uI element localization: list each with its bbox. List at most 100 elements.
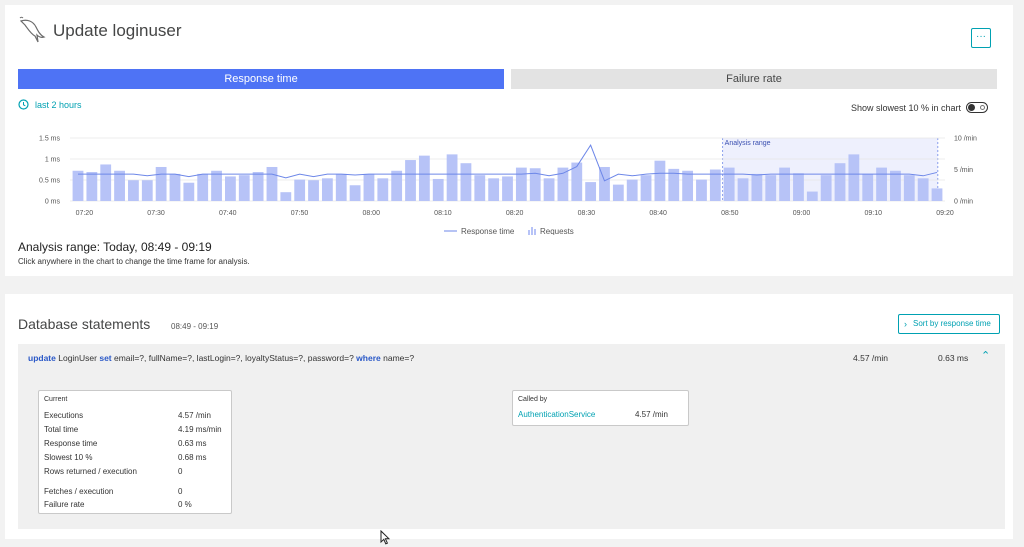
requests-bar [349, 185, 361, 201]
x-tick-label: 08:10 [434, 210, 452, 217]
requests-bar [834, 163, 846, 201]
timeframe-selector[interactable]: last 2 hours [18, 99, 82, 110]
sql-columns: email=?, fullName=?, lastLogin=?, loyalt… [111, 353, 357, 363]
requests-bar [211, 170, 222, 201]
requests-bar [903, 175, 915, 201]
requests-bar [640, 175, 652, 201]
page-title: Update loginuser [53, 21, 182, 40]
x-tick-label: 09:00 [793, 210, 811, 217]
requests-bar [252, 172, 264, 201]
tab-response-time[interactable]: Response time [18, 69, 504, 89]
requests-bar [418, 155, 430, 201]
metric-row: Total time 4.19 ms/min [44, 425, 222, 434]
database-statements-card: Database statements 08:49 - 09:19 › Sort… [5, 294, 1013, 539]
requests-bar [72, 170, 84, 201]
requests-bar [474, 175, 486, 201]
sql-keyword-where: where [356, 353, 381, 363]
sql-table: LoginUser [55, 353, 100, 363]
toggle-knob [968, 104, 976, 111]
left-tick-label: 1.5 ms [39, 136, 61, 143]
legend-label: Requests [540, 227, 574, 235]
requests-bar [114, 170, 125, 201]
metric-row: Rows returned / execution 0 [44, 467, 182, 476]
statement-row[interactable]: update LoginUser set email=?, fullName=?… [18, 344, 1005, 529]
requests-bar [682, 170, 694, 201]
requests-bar [488, 178, 500, 201]
requests-bar [793, 173, 804, 201]
metric-label: Failure rate [44, 500, 85, 509]
metric-value: 0.68 ms [178, 453, 207, 462]
requests-bar [155, 166, 167, 201]
metric-row: Slowest 10 % 0.68 ms [44, 453, 206, 462]
requests-bar [405, 160, 416, 201]
analysis-range-hint: Click anywhere in the chart to change th… [18, 257, 250, 266]
called-by-heading: Called by [518, 396, 548, 403]
response-time-chart[interactable]: Analysis range 0 ms 0.5 ms 1 ms 1.5 ms 0 /min… [5, 125, 1013, 235]
requests-bar [280, 192, 292, 201]
metric-label: Slowest 10 % [44, 453, 93, 462]
metric-label: Fetches / execution [44, 487, 114, 496]
tab-failure-rate[interactable]: Failure rate [511, 69, 997, 89]
section-title: Database statements [18, 316, 151, 332]
statement-response-time: 0.63 ms [938, 353, 969, 363]
sql-condition: name=? [380, 353, 415, 363]
right-tick-label: 5 /min [954, 167, 973, 174]
mouse-pointer-icon [380, 530, 390, 545]
caller-rate: 4.57 /min [635, 410, 668, 419]
x-tick-label: 07:40 [219, 210, 237, 217]
requests-bar [765, 175, 777, 201]
requests-bar [141, 180, 153, 201]
requests-bar [612, 184, 624, 201]
x-tick-label: 08:30 [578, 210, 596, 217]
requests-bar [696, 179, 707, 201]
x-tick-label: 07:50 [291, 210, 309, 217]
sort-by-response-time-button[interactable]: › Sort by response time [898, 314, 1000, 334]
mysql-dolphin-icon [19, 16, 46, 43]
right-tick-label: 0 /min [954, 199, 973, 206]
sql-statement: update LoginUser set email=?, fullName=?… [28, 353, 414, 363]
requests-bar [321, 178, 333, 201]
requests-bar [543, 178, 555, 201]
requests-bar [654, 160, 666, 201]
metric-value: 0 % [178, 500, 192, 509]
x-tick-label: 08:00 [362, 210, 380, 217]
requests-bar [266, 166, 278, 201]
clock-icon [18, 99, 29, 110]
metric-row: Failure rate 0 % [44, 500, 192, 509]
requests-bar [197, 173, 209, 201]
current-heading: Current [44, 396, 68, 403]
metric-value: 0 [178, 487, 183, 496]
right-tick-label: 10 /min [954, 136, 977, 143]
requests-bar [806, 191, 818, 201]
requests-bar [224, 176, 236, 201]
more-options-button[interactable]: ··· [971, 28, 991, 48]
metric-label: Response time [44, 439, 98, 448]
slowest-toggle-control[interactable]: Show slowest 10 % in chart [851, 102, 989, 113]
requests-bar [308, 180, 319, 201]
legend-bar-swatch [528, 230, 530, 235]
chevron-up-icon[interactable]: ⌃ [981, 349, 990, 362]
slowest-toggle-switch[interactable] [966, 102, 989, 113]
timeframe-label: last 2 hours [35, 99, 82, 110]
metric-value: 4.57 /min [178, 411, 211, 420]
left-tick-label: 0 ms [45, 199, 61, 206]
requests-bar [377, 178, 389, 201]
requests-bar [862, 173, 874, 201]
requests-bar [502, 176, 513, 201]
requests-bar [557, 167, 569, 201]
requests-bar [432, 178, 444, 201]
caller-service-link[interactable]: AuthenticationService [518, 410, 595, 419]
sql-keyword-set: set [99, 353, 112, 363]
x-tick-label: 07:20 [76, 210, 94, 217]
left-tick-label: 0.5 ms [39, 178, 61, 185]
x-tick-label: 08:20 [506, 210, 524, 217]
requests-bar [100, 164, 112, 201]
x-tick-label: 09:20 [936, 210, 954, 217]
response-time-card: Update loginuser ··· Response time Failu… [5, 5, 1013, 276]
metric-label: Total time [44, 425, 79, 434]
legend-label: Response time [461, 227, 515, 235]
requests-bar [876, 167, 887, 201]
requests-bar [585, 182, 597, 201]
slowest-toggle-label: Show slowest 10 % in chart [851, 102, 962, 113]
legend-bar-swatch [531, 227, 533, 235]
